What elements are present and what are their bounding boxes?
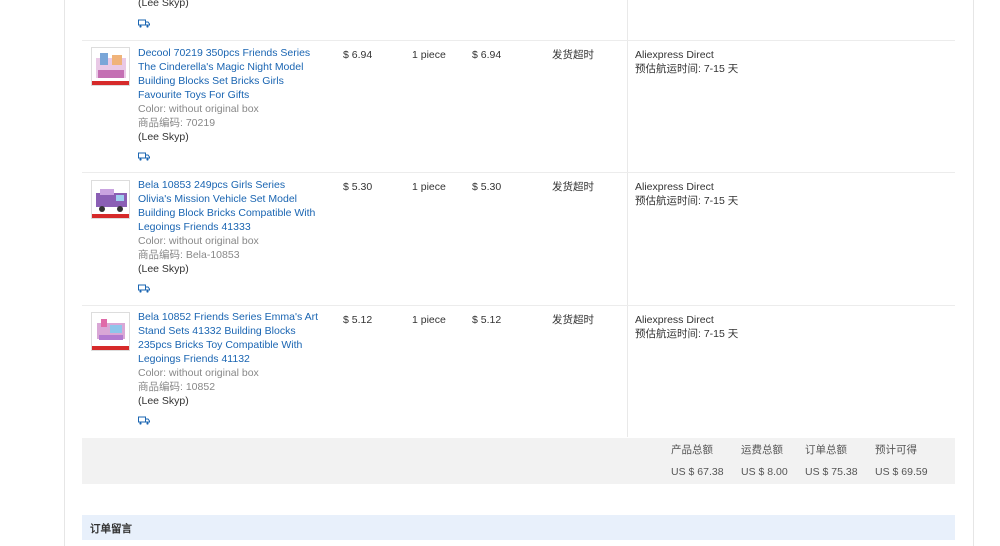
item-total: $ 5.30: [472, 181, 502, 193]
shipping-eta: 预估航运时间: 7-15 天: [635, 195, 739, 207]
unit-price: $ 5.12: [343, 314, 373, 326]
item-total: $ 6.94: [472, 49, 502, 61]
product-color: Color: without original box: [138, 103, 259, 115]
product-code: 商品编码: 10852: [138, 381, 216, 393]
product-name-link[interactable]: Bela 10852 Friends Series Emma's Art Sta…: [138, 310, 318, 366]
payable-label: 预计可得: [875, 444, 917, 456]
shipping-method: Aliexpress Direct: [635, 49, 714, 61]
order-remark-label: 订单留言: [90, 523, 132, 535]
payable-value: US $ 69.59: [875, 466, 928, 478]
order-status: 发货超时: [552, 314, 594, 326]
product-code: 商品编码: 70219: [138, 117, 216, 129]
product-code: 商品编码: Bela-10853: [138, 249, 240, 261]
quantity: 1 piece: [412, 314, 446, 326]
product-color: Color: without original box: [138, 367, 259, 379]
product-total-value: US $ 67.38: [671, 466, 724, 478]
seller-name: (Lee Skyp): [138, 395, 189, 407]
row-divider: [82, 172, 955, 173]
shipping-total-value: US $ 8.00: [741, 466, 788, 478]
product-thumbnail[interactable]: [91, 312, 130, 351]
product-name-link[interactable]: Bela 10853 249pcs Girls Series Olivia's …: [138, 178, 318, 234]
seller-name: (Lee Skyp): [138, 131, 189, 143]
product-name-link[interactable]: Decool 70219 350pcs Friends Series The C…: [138, 46, 318, 102]
shipping-method: Aliexpress Direct: [635, 314, 714, 326]
row-divider: [82, 305, 955, 306]
shipping-total-label: 运费总额: [741, 444, 783, 456]
quantity: 1 piece: [412, 181, 446, 193]
item-total: $ 5.12: [472, 314, 502, 326]
order-total-label: 订单总额: [805, 444, 847, 456]
product-total-label: 产品总额: [671, 444, 713, 456]
row-divider: [82, 40, 955, 41]
seller-name: (Lee Skyp): [138, 263, 189, 275]
order-status: 发货超时: [552, 181, 594, 193]
unit-price: $ 6.94: [343, 49, 373, 61]
unit-price: $ 5.30: [343, 181, 373, 193]
product-color: Color: without original box: [138, 235, 259, 247]
quantity: 1 piece: [412, 49, 446, 61]
shipping-truck-icon[interactable]: [138, 152, 150, 161]
shipping-truck-icon[interactable]: [138, 284, 150, 293]
shipping-truck-icon[interactable]: [138, 416, 150, 425]
product-thumbnail[interactable]: [91, 180, 130, 219]
seller-name: (Lee Skyp): [138, 0, 189, 9]
shipping-eta: 预估航运时间: 7-15 天: [635, 328, 739, 340]
shipping-truck-icon[interactable]: [138, 19, 150, 28]
product-thumbnail[interactable]: [91, 47, 130, 86]
order-remark-header: 订单留言: [82, 515, 955, 540]
shipping-method: Aliexpress Direct: [635, 181, 714, 193]
order-total-value: US $ 75.38: [805, 466, 858, 478]
order-status: 发货超时: [552, 49, 594, 61]
column-divider: [627, 0, 628, 437]
shipping-eta: 预估航运时间: 7-15 天: [635, 63, 739, 75]
